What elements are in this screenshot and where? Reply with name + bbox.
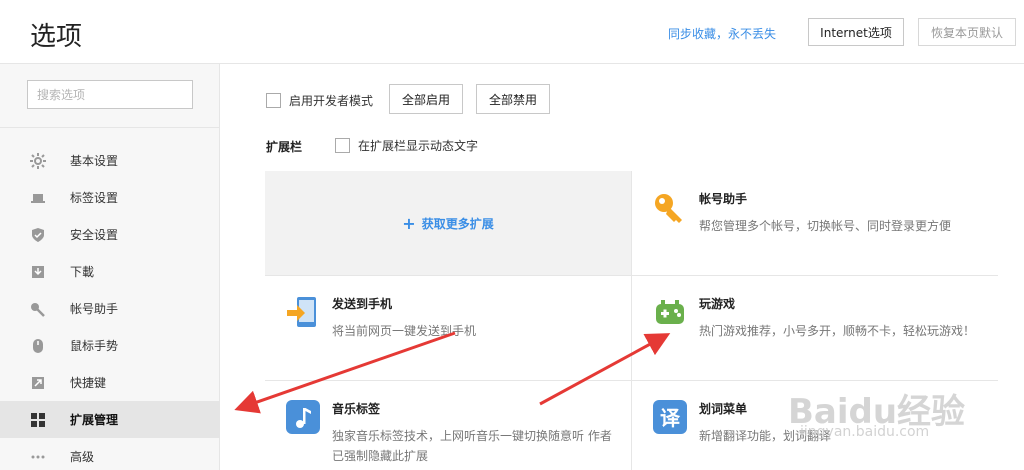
extension-desc: 热门游戏推荐，小号多开，顺畅不卡，轻松玩游戏！ xyxy=(699,324,976,338)
sidebar-item-label: 帐号助手 xyxy=(70,302,119,316)
dev-mode-label: 启用开发者模式 xyxy=(289,94,374,108)
extension-name: 帐号助手 xyxy=(699,192,748,206)
extension-desc: 独家音乐标签技术，上网听音乐一键切换随意听 作者已强制隐藏此扩展 xyxy=(332,429,612,463)
ext-bar-label: 扩展栏 xyxy=(266,140,303,154)
shortcut-icon xyxy=(30,375,46,391)
extension-name: 玩游戏 xyxy=(699,297,736,311)
translate-icon: 译 xyxy=(653,400,687,434)
ext-bar-option-label: 在扩展栏显示动态文字 xyxy=(358,139,479,153)
sidebar-divider xyxy=(0,127,220,128)
header: 选项 同步收藏，永不丢失 Internet选项 恢复本页默认 xyxy=(0,0,1024,64)
page-title: 选项 xyxy=(30,22,83,52)
extension-name: 划词菜单 xyxy=(699,402,748,416)
dev-mode-checkbox[interactable] xyxy=(266,93,281,108)
sidebar-item-label: 扩展管理 xyxy=(70,413,119,427)
sidebar-item-tabs[interactable]: 标签设置 xyxy=(0,179,220,216)
sidebar-item-download[interactable]: 下載 xyxy=(0,253,220,290)
enable-all-button[interactable]: 全部启用 xyxy=(389,84,463,114)
key-icon xyxy=(30,301,46,317)
more-icon xyxy=(30,449,46,465)
gear-icon xyxy=(30,152,46,169)
sidebar-item-label: 鼠标手势 xyxy=(70,339,119,353)
music-icon xyxy=(286,400,320,434)
extension-desc: 帮您管理多个帐号，切换帐号、同时登录更方便 xyxy=(699,219,952,233)
sidebar-item-label: 基本设置 xyxy=(70,154,119,168)
sidebar-nav: 基本设置 标签设置 安全设置 下載 帐号助手 鼠标手势 快捷键 扩展管理 高级 xyxy=(0,142,220,470)
get-more-extensions-cell: + 获取更多扩展 xyxy=(265,171,631,275)
internet-options-button[interactable]: Internet选项 xyxy=(808,18,904,46)
extension-card[interactable]: 玩游戏 热门游戏推荐，小号多开，顺畅不卡，轻松玩游戏！ xyxy=(632,276,998,380)
sync-link[interactable]: 同步收藏，永不丢失 xyxy=(668,25,776,42)
sidebar-item-label: 标签设置 xyxy=(70,191,119,205)
extension-desc: 将当前网页一键发送到手机 xyxy=(332,324,477,338)
sidebar-item-security[interactable]: 安全设置 xyxy=(0,216,220,253)
sidebar-item-extensions[interactable]: 扩展管理 xyxy=(0,401,220,438)
restore-defaults-button[interactable]: 恢复本页默认 xyxy=(918,18,1016,46)
get-more-extensions-link[interactable]: + 获取更多扩展 xyxy=(402,214,493,233)
ext-bar-checkbox[interactable] xyxy=(335,138,350,153)
download-icon xyxy=(30,264,46,280)
dev-mode-option[interactable]: 启用开发者模式 xyxy=(266,92,373,109)
extension-card[interactable]: 帐号助手 帮您管理多个帐号，切换帐号、同时登录更方便 xyxy=(632,171,998,275)
laptop-icon xyxy=(30,190,46,206)
sidebar-item-label: 下載 xyxy=(70,265,95,279)
svg-text:译: 译 xyxy=(660,406,681,430)
sidebar-item-basic[interactable]: 基本设置 xyxy=(0,142,220,179)
disable-all-button[interactable]: 全部禁用 xyxy=(476,84,550,114)
ext-bar-option[interactable]: 在扩展栏显示动态文字 xyxy=(335,137,478,154)
sidebar-item-label: 安全设置 xyxy=(70,228,119,242)
sidebar-item-mouse-gesture[interactable]: 鼠标手势 xyxy=(0,327,220,364)
watermark-sub: jingyan.baidu.com xyxy=(800,424,930,440)
extension-card[interactable]: 音乐标签 独家音乐标签技术，上网听音乐一键切换随意听 作者已强制隐藏此扩展 xyxy=(265,381,631,470)
sidebar-item-label: 快捷键 xyxy=(70,376,107,390)
extension-card[interactable]: 发送到手机 将当前网页一键发送到手机 xyxy=(265,276,631,380)
mouse-icon xyxy=(30,338,46,354)
sidebar-item-account[interactable]: 帐号助手 xyxy=(0,290,220,327)
options-page: 选项 同步收藏，永不丢失 Internet选项 恢复本页默认 基本设置 标签设置 xyxy=(0,0,1024,470)
sidebar-item-label: 高级 xyxy=(70,450,95,464)
sidebar: 基本设置 标签设置 安全设置 下載 xyxy=(0,64,220,470)
plus-icon: + xyxy=(402,213,416,233)
shield-icon xyxy=(30,227,46,243)
gamepad-icon xyxy=(656,300,684,324)
grid-icon xyxy=(30,412,46,428)
extension-name: 音乐标签 xyxy=(332,402,381,416)
search-input[interactable] xyxy=(27,80,193,109)
get-more-label: 获取更多扩展 xyxy=(421,216,494,231)
sidebar-item-advanced[interactable]: 高级 xyxy=(0,438,220,470)
extension-name: 发送到手机 xyxy=(332,297,393,311)
key-icon xyxy=(655,194,682,223)
sidebar-item-shortcuts[interactable]: 快捷键 xyxy=(0,364,220,401)
send-to-phone-icon xyxy=(287,297,316,327)
